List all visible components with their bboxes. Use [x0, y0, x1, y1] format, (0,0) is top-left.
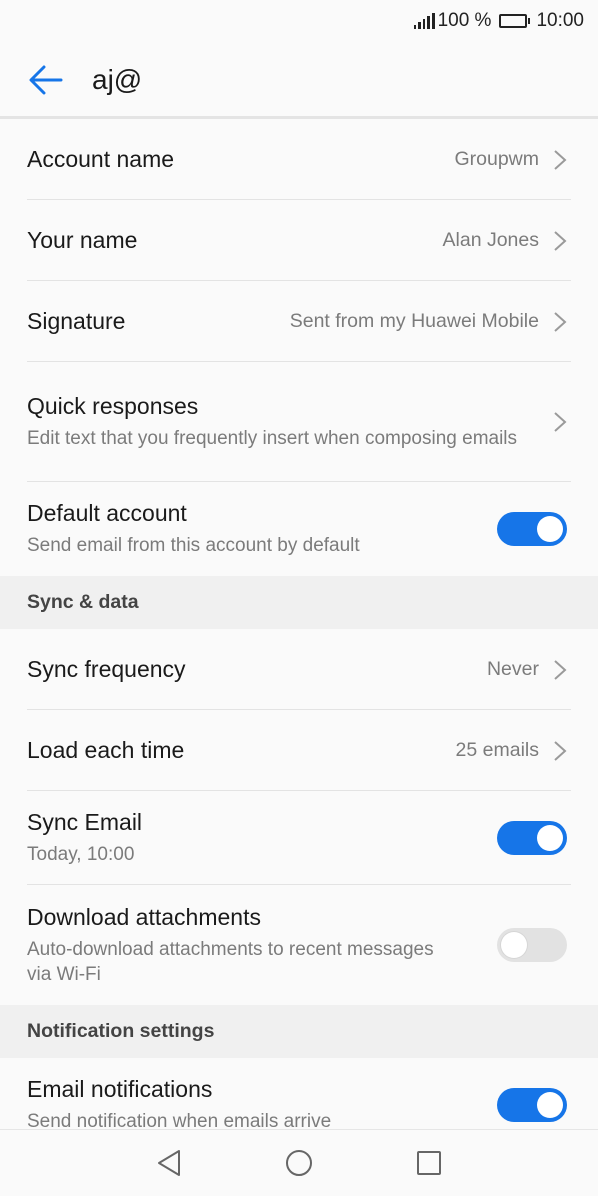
sync-email-row[interactable]: Sync Email Today, 10:00 — [0, 791, 598, 885]
load-each-time-row[interactable]: Load each time 25 emails — [0, 710, 598, 791]
quick-responses-row[interactable]: Quick responses Edit text that you frequ… — [0, 362, 598, 482]
nav-back-icon — [158, 1150, 180, 1176]
nav-recents-icon — [417, 1151, 441, 1175]
account-name-row[interactable]: Account name Groupwm — [0, 119, 598, 200]
default-account-label: Default account — [27, 500, 187, 526]
download-attachments-label: Download attachments — [27, 903, 261, 930]
sync-frequency-value: Never — [486, 658, 539, 680]
download-attachments-row[interactable]: Download attachments Auto-download attac… — [0, 885, 598, 1005]
email-notifications-row[interactable]: Email notifications Send notification wh… — [0, 1058, 598, 1129]
quick-responses-description: Edit text that you frequently insert whe… — [27, 428, 518, 449]
default-account-row[interactable]: Default account Send email from this acc… — [0, 482, 598, 576]
load-each-time-label: Load each time — [27, 737, 185, 763]
chevron-right-icon — [554, 659, 567, 680]
your-name-label: Your name — [27, 227, 138, 253]
nav-home-icon — [286, 1150, 312, 1176]
signal-icon — [413, 13, 435, 29]
quick-responses-label: Quick responses — [27, 393, 199, 419]
your-name-value: Alan Jones — [442, 229, 539, 251]
signature-value: Sent from my Huawei Mobile — [289, 310, 539, 332]
download-attachments-toggle[interactable] — [497, 928, 567, 962]
settings-list: Account name Groupwm Your name Alan Jone… — [0, 119, 598, 1129]
signature-label: Signature — [27, 308, 126, 334]
nav-back-button[interactable] — [147, 1141, 191, 1185]
system-nav-bar — [0, 1129, 598, 1196]
sync-email-toggle[interactable] — [497, 821, 567, 855]
account-name-value: Groupwm — [454, 148, 539, 170]
nav-recents-button[interactable] — [407, 1141, 451, 1185]
back-button[interactable] — [16, 50, 76, 110]
battery-icon — [499, 14, 531, 28]
section-header-sync: Sync & data — [0, 576, 598, 629]
sync-frequency-label: Sync frequency — [27, 656, 186, 682]
sync-email-last-synced: Today, 10:00 — [27, 844, 135, 865]
your-name-row[interactable]: Your name Alan Jones — [0, 200, 598, 281]
page-title: aj@ — [92, 64, 143, 95]
email-notifications-label: Email notifications — [27, 1076, 213, 1102]
email-notifications-toggle[interactable] — [497, 1088, 567, 1122]
chevron-right-icon — [554, 740, 567, 761]
chevron-right-icon — [554, 230, 567, 251]
load-each-time-value: 25 emails — [455, 739, 539, 761]
sync-email-label: Sync Email — [27, 809, 143, 835]
section-header-notifications: Notification settings — [0, 1005, 598, 1058]
chevron-right-icon — [554, 149, 567, 170]
default-account-description: Send email from this account by default — [27, 535, 360, 556]
nav-home-button[interactable] — [277, 1141, 321, 1185]
chevron-right-icon — [554, 412, 567, 432]
account-name-label: Account name — [27, 146, 175, 172]
chevron-right-icon — [554, 311, 567, 332]
app-bar: aj@ — [0, 42, 598, 118]
back-arrow-icon — [29, 65, 63, 95]
download-attachments-description: Auto-download attachments to recent mess… — [27, 938, 434, 985]
battery-percentage: 100 % — [437, 10, 492, 31]
signature-row[interactable]: Signature Sent from my Huawei Mobile — [0, 281, 598, 362]
email-notifications-description: Send notification when emails arrive — [27, 1111, 332, 1129]
default-account-toggle[interactable] — [497, 512, 567, 546]
status-time: 10:00 — [536, 10, 584, 31]
sync-frequency-row[interactable]: Sync frequency Never — [0, 629, 598, 710]
status-bar: 100 % 10:00 — [0, 0, 598, 42]
